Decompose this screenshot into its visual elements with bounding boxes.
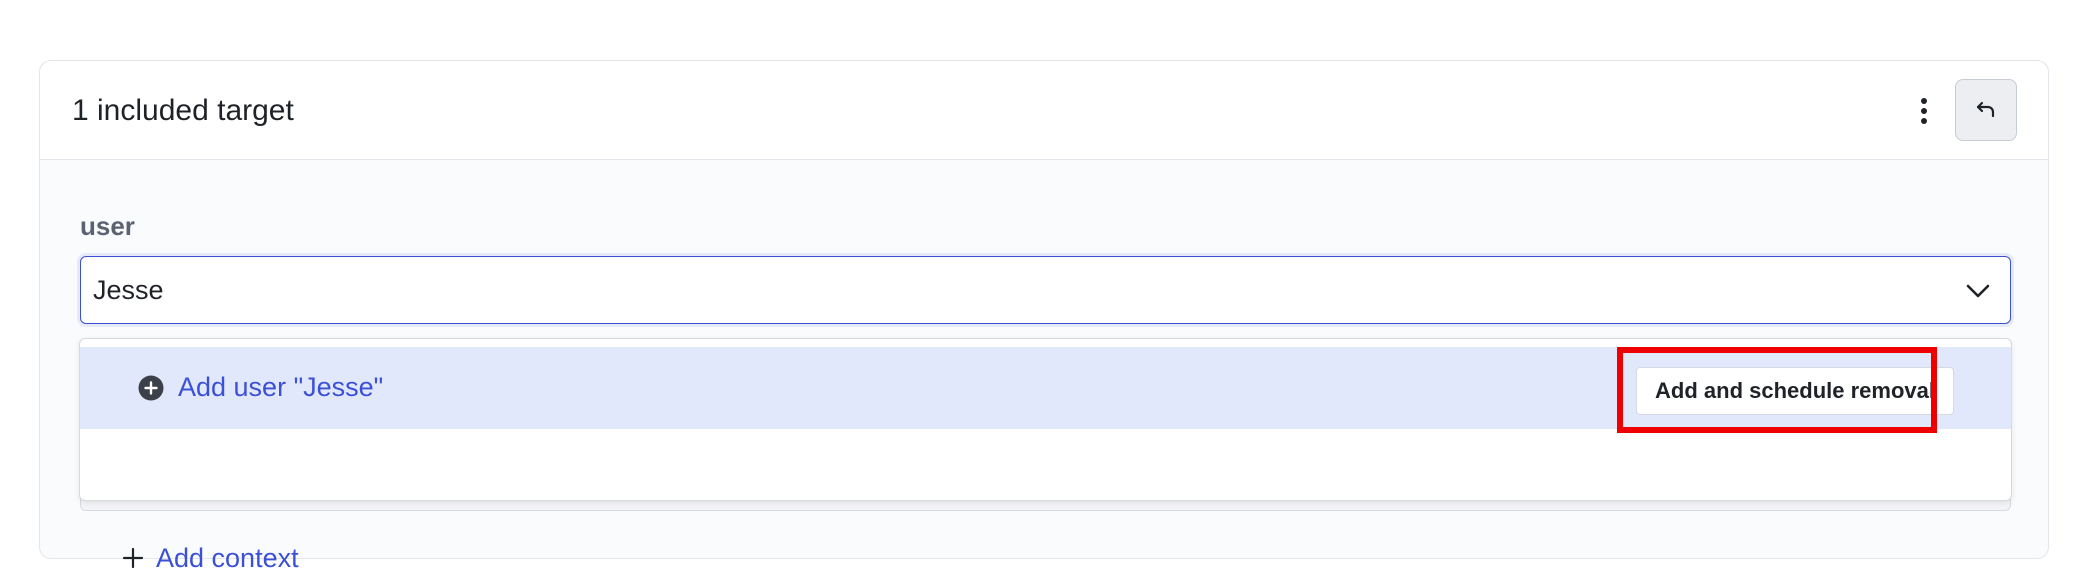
plus-circle-icon	[138, 375, 164, 401]
add-context-link[interactable]: Add context	[122, 540, 299, 576]
add-and-schedule-removal-button[interactable]: Add and schedule removal	[1636, 367, 1954, 415]
card-header: 1 included target	[40, 61, 2048, 160]
undo-button[interactable]	[1955, 79, 2017, 141]
user-combobox-value[interactable]: Jesse	[93, 273, 164, 307]
more-vertical-icon	[1921, 98, 1927, 124]
context-field-label: user	[80, 211, 135, 241]
user-combobox[interactable]: Jesse	[80, 256, 2011, 324]
plus-icon	[122, 547, 144, 569]
targets-card: 1 included target user Jesse Add user "J…	[39, 60, 2049, 573]
undo-icon	[1976, 101, 1995, 118]
more-menu-button[interactable]	[1904, 89, 1944, 133]
add-user-option-label[interactable]: Add user "Jesse"	[178, 369, 383, 405]
targets-title: 1 included target	[72, 94, 294, 127]
chevron-down-icon[interactable]	[1962, 275, 1994, 307]
user-dropdown-menu: Add user "Jesse"	[79, 338, 2012, 501]
